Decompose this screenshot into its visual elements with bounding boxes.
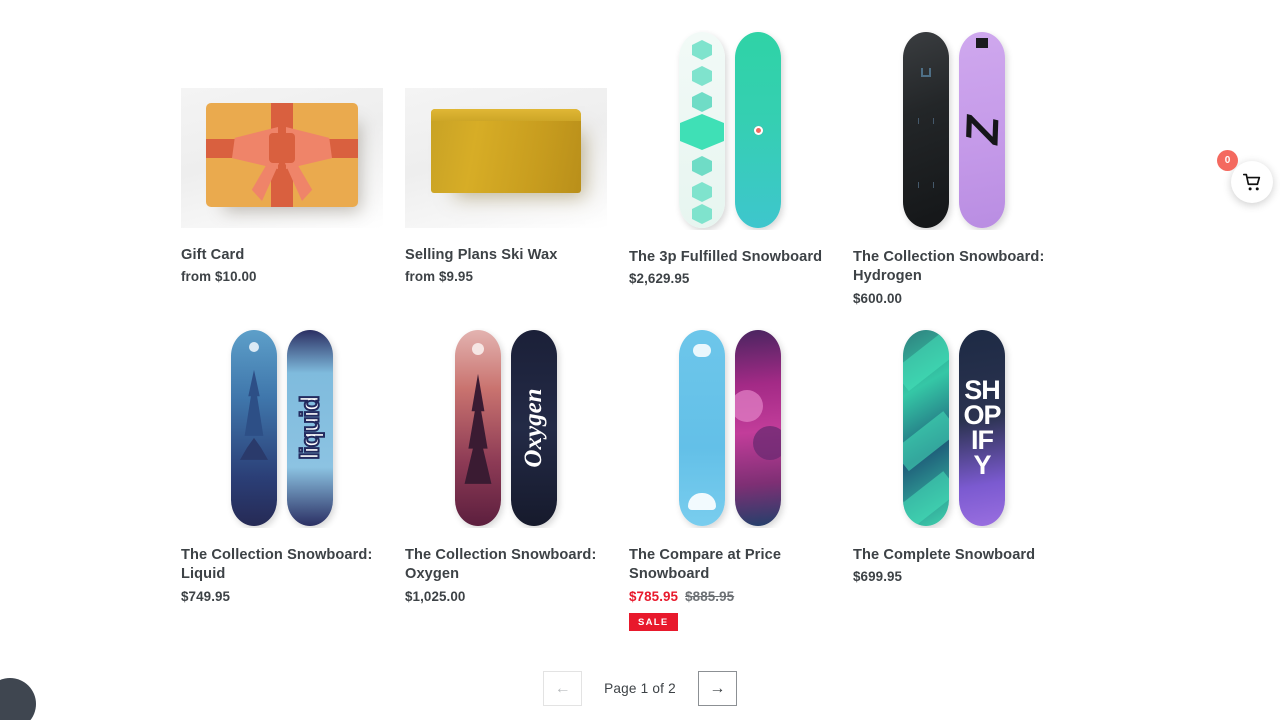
arrow-left-icon: ←: [554, 679, 571, 697]
product-price: from $9.95: [405, 269, 473, 285]
product-image-compare-snowboard[interactable]: [629, 328, 831, 528]
product-card[interactable]: Selling Plans Ski Wax from $9.95: [405, 30, 607, 306]
snowboard-pair: [679, 32, 781, 228]
snowboard-front: [903, 329, 949, 526]
snowboard-pair: liquid: [231, 329, 333, 526]
shopping-cart-icon: [1242, 173, 1260, 190]
product-title: The Complete Snowboard: [853, 546, 1036, 563]
product-image-liquid-snowboard[interactable]: liquid: [181, 328, 383, 528]
product-info: The Complete Snowboard $699.95: [853, 546, 1055, 584]
product-info: The Compare at Price Snowboard $785.95 $8…: [629, 546, 831, 631]
product-info: The 3p Fulfilled Snowboard $2,629.95: [629, 248, 831, 286]
snowboard-back: Z: [959, 32, 1005, 228]
arrow-right-icon: →: [709, 679, 726, 697]
product-title: The Collection Snowboard: Oxygen: [405, 546, 597, 583]
product-image-hydrogen-snowboard[interactable]: Z: [853, 30, 1055, 230]
oxygen-label: Oxygen: [520, 388, 547, 468]
compare-at-price: $885.95: [685, 588, 735, 604]
collection-page: Gift Card from $10.00 Selling Plans Ski …: [0, 0, 1280, 720]
snowboard-front: [231, 329, 277, 526]
product-title: The Compare at Price Snowboard: [629, 546, 782, 583]
gift-card-icon: [206, 103, 358, 207]
product-info: The Collection Snowboard: Oxygen $1,025.…: [405, 546, 607, 604]
product-price: $749.95: [181, 588, 231, 604]
snowboard-pair: SH OP IF Y: [903, 329, 1005, 526]
product-title: Gift Card: [181, 247, 245, 263]
product-info: The Collection Snowboard: Liquid $749.95: [181, 546, 383, 604]
sale-price: $785.95: [629, 588, 679, 604]
hydrogen-label: Z: [959, 115, 1005, 145]
product-info: Selling Plans Ski Wax from $9.95: [405, 246, 607, 284]
snowboard-back: [735, 329, 781, 526]
product-card[interactable]: Z The Collection Snowboard: Hydrogen $60…: [853, 30, 1055, 306]
snowboard-back: Oxygen: [511, 329, 557, 526]
pagination: ← Page 1 of 2 →: [0, 671, 1280, 706]
snowboard-front: [679, 32, 725, 228]
product-card[interactable]: Gift Card from $10.00: [181, 30, 383, 306]
snowboard-back: SH OP IF Y: [959, 329, 1005, 526]
product-grid: Gift Card from $10.00 Selling Plans Ski …: [181, 30, 1099, 631]
product-title: The Collection Snowboard: Liquid: [181, 546, 373, 583]
cart-button[interactable]: [1231, 161, 1273, 203]
product-image-gift-card[interactable]: [181, 88, 383, 228]
status-badge: SALE: [629, 612, 678, 631]
wax-block-icon: [431, 109, 581, 193]
product-price: from $10.00: [181, 269, 257, 285]
product-price: $785.95 $885.95: [629, 589, 831, 604]
snowboard-pair: Oxygen: [455, 329, 557, 526]
product-card[interactable]: The 3p Fulfilled Snowboard $2,629.95: [629, 30, 831, 306]
snowboard-pair: [679, 329, 781, 526]
snowboard-front: [903, 32, 949, 228]
product-price: $2,629.95: [629, 271, 690, 287]
page-indicator: Page 1 of 2: [604, 681, 676, 696]
liquid-label: liquid: [294, 395, 326, 460]
previous-page-button[interactable]: ←: [543, 671, 583, 706]
cart-count-badge: 0: [1217, 150, 1238, 171]
product-title: The Collection Snowboard: Hydrogen: [853, 249, 1045, 285]
product-price: $1,025.00: [405, 588, 466, 604]
product-card[interactable]: SH OP IF Y The Complete Snowboard $699.9…: [853, 328, 1055, 631]
product-info: The Collection Snowboard: Hydrogen $600.…: [853, 248, 1055, 306]
snowboard-front: [455, 329, 501, 526]
shopify-label-line: IF: [971, 424, 994, 455]
product-title: Selling Plans Ski Wax: [405, 247, 558, 263]
product-image-complete-snowboard[interactable]: SH OP IF Y: [853, 328, 1055, 528]
product-card[interactable]: liquid The Collection Snowboard: Liquid …: [181, 328, 383, 631]
product-price: $600.00: [853, 290, 903, 306]
snowboard-back: [735, 32, 781, 228]
product-title: The 3p Fulfilled Snowboard: [629, 249, 823, 265]
snowboard-front: [679, 329, 725, 526]
shopify-label-line: Y: [973, 449, 991, 480]
cart-widget[interactable]: 0: [1217, 150, 1273, 203]
product-card[interactable]: Oxygen The Collection Snowboard: Oxygen …: [405, 328, 607, 631]
product-info: Gift Card from $10.00: [181, 246, 383, 284]
product-card[interactable]: The Compare at Price Snowboard $785.95 $8…: [629, 328, 831, 631]
product-price: $699.95: [853, 569, 903, 585]
snowboard-back: liquid: [287, 329, 333, 526]
product-image-ski-wax[interactable]: [405, 88, 607, 228]
snowboard-pair: Z: [903, 32, 1005, 228]
product-image-oxygen-snowboard[interactable]: Oxygen: [405, 328, 607, 528]
product-image-3p-snowboard[interactable]: [629, 30, 831, 230]
next-page-button[interactable]: →: [697, 671, 737, 706]
